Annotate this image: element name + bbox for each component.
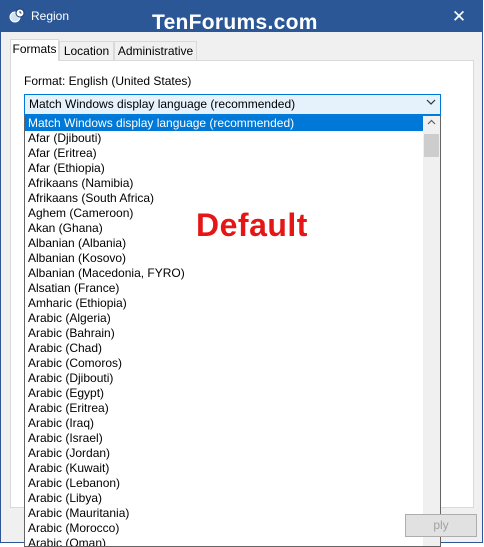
list-item[interactable]: Afar (Eritrea) xyxy=(25,146,423,161)
list-item[interactable]: Arabic (Jordan) xyxy=(25,446,423,461)
format-label: Format: English (United States) xyxy=(24,74,192,88)
list-item[interactable]: Afar (Ethiopia) xyxy=(25,161,423,176)
scrollbar-thumb[interactable] xyxy=(424,134,439,157)
list-item[interactable]: Arabic (Iraq) xyxy=(25,416,423,431)
tab-administrative[interactable]: Administrative xyxy=(114,41,197,60)
list-item[interactable]: Arabic (Comoros) xyxy=(25,356,423,371)
region-window: Region TenForums.com ✕ Formats Location … xyxy=(0,0,483,547)
list-item[interactable]: Arabic (Eritrea) xyxy=(25,401,423,416)
list-item[interactable]: Arabic (Chad) xyxy=(25,341,423,356)
list-item[interactable]: Arabic (Algeria) xyxy=(25,311,423,326)
list-item[interactable]: Albanian (Macedonia, FYRO) xyxy=(25,266,423,281)
list-item[interactable]: Arabic (Mauritania) xyxy=(25,506,423,521)
title-bar[interactable]: Region TenForums.com ✕ xyxy=(1,1,482,34)
list-item[interactable]: Arabic (Oman) xyxy=(25,536,423,546)
list-item[interactable]: Arabic (Lebanon) xyxy=(25,476,423,491)
option-selected[interactable]: Match Windows display language (recommen… xyxy=(25,116,423,131)
format-combobox[interactable]: Match Windows display language (recommen… xyxy=(24,94,441,115)
close-icon[interactable]: ✕ xyxy=(436,1,482,32)
list-item[interactable]: Arabic (Kuwait) xyxy=(25,461,423,476)
option-list: Match Windows display language (recommen… xyxy=(25,116,423,546)
list-item[interactable]: Albanian (Kosovo) xyxy=(25,251,423,266)
apply-button[interactable]: ply xyxy=(405,514,477,537)
list-item[interactable]: Arabic (Israel) xyxy=(25,431,423,446)
list-item[interactable]: Afrikaans (Namibia) xyxy=(25,176,423,191)
watermark-text: TenForums.com xyxy=(152,11,318,34)
list-item[interactable]: Alsatian (France) xyxy=(25,281,423,296)
dropdown-scrollbar[interactable] xyxy=(423,116,440,546)
globe-clock-icon xyxy=(9,8,25,23)
window-title: Region xyxy=(31,9,70,23)
arrow-up-icon[interactable] xyxy=(423,116,440,133)
format-combobox-value: Match Windows display language (recommen… xyxy=(29,97,296,111)
chevron-down-icon[interactable] xyxy=(426,97,436,110)
list-item[interactable]: Arabic (Egypt) xyxy=(25,386,423,401)
list-item[interactable]: Amharic (Ethiopia) xyxy=(25,296,423,311)
list-item[interactable]: Arabic (Libya) xyxy=(25,491,423,506)
annotation-default: Default xyxy=(196,207,308,243)
list-item[interactable]: Afrikaans (South Africa) xyxy=(25,191,423,206)
list-item[interactable]: Afar (Djibouti) xyxy=(25,131,423,146)
list-item[interactable]: Arabic (Morocco) xyxy=(25,521,423,536)
format-dropdown-list[interactable]: Match Windows display language (recommen… xyxy=(24,115,441,547)
tab-location[interactable]: Location xyxy=(59,41,114,60)
list-item[interactable]: Arabic (Bahrain) xyxy=(25,326,423,341)
list-item[interactable]: Arabic (Djibouti) xyxy=(25,371,423,386)
tab-formats[interactable]: Formats xyxy=(10,39,59,61)
